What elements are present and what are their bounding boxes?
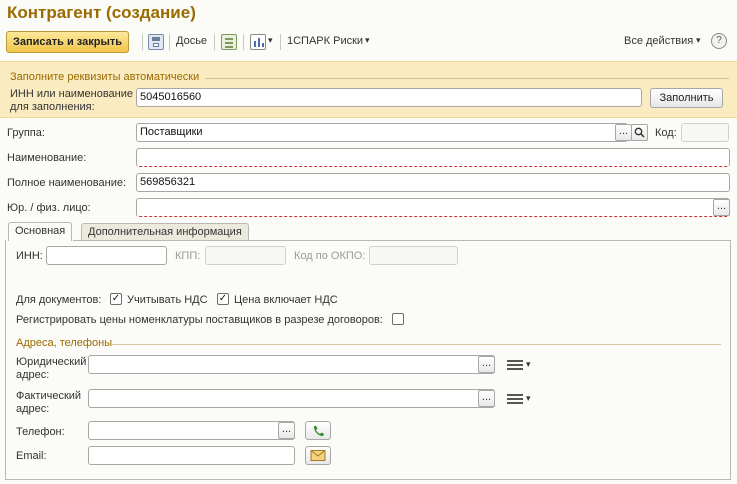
dossier-button[interactable]: Досье <box>176 35 207 47</box>
entity-type-input[interactable] <box>136 198 730 217</box>
spark-risks-menu[interactable]: 1СПАРК Риски <box>287 35 363 47</box>
fill-button[interactable]: Заполнить <box>650 88 723 108</box>
name-label: Наименование: <box>7 152 87 164</box>
phone-input[interactable] <box>88 421 295 440</box>
phone-label: Телефон: <box>16 426 65 438</box>
toolbar-separator <box>243 34 244 50</box>
report-chart-icon[interactable] <box>250 34 266 50</box>
name-input[interactable] <box>136 148 730 167</box>
legal-address-input[interactable] <box>88 355 495 374</box>
envelope-icon <box>310 450 326 461</box>
full-name-input[interactable]: 569856321 <box>136 173 730 192</box>
email-input[interactable] <box>88 446 295 465</box>
legal-address-menu-icon[interactable] <box>507 358 523 372</box>
email-label: Email: <box>16 450 47 462</box>
toolbar-separator <box>142 34 143 50</box>
legal-address-select-button[interactable]: ... <box>478 356 495 373</box>
actual-address-input[interactable] <box>88 389 495 408</box>
autofill-divider <box>205 78 729 79</box>
okpo-input[interactable] <box>369 246 458 265</box>
code-input[interactable] <box>681 123 729 142</box>
send-email-button[interactable] <box>305 446 331 465</box>
phone-icon <box>314 426 324 436</box>
actual-address-label-1: Фактический <box>16 390 82 402</box>
price-incl-vat-label: Цена включает НДС <box>234 294 338 306</box>
report-dropdown-chevron-icon[interactable]: ▾ <box>268 35 273 46</box>
window-title: Контрагент (создание) <box>7 3 196 22</box>
actual-address-menu-icon[interactable] <box>507 392 523 406</box>
toolbar-separator <box>280 34 281 50</box>
save-and-close-button[interactable]: Записать и закрыть <box>6 31 130 53</box>
inn-input[interactable] <box>46 246 167 265</box>
legal-address-label-2: адрес: <box>16 369 50 381</box>
okpo-label: Код по ОКПО: <box>294 250 366 262</box>
entity-type-label: Юр. / физ. лицо: <box>7 202 91 214</box>
document-check-icon[interactable] <box>221 34 237 50</box>
autofill-panel: Заполните реквизиты автоматически ИНН ил… <box>0 61 737 118</box>
autofill-inn-input[interactable]: 5045016560 <box>136 88 642 107</box>
legal-address-label-1: Юридический <box>16 356 87 368</box>
for-documents-label: Для документов: <box>16 294 102 306</box>
autofill-title: Заполните реквизиты автоматически <box>10 71 200 83</box>
tab-strip-line <box>73 240 731 241</box>
addresses-section-title: Адреса, телефоны <box>16 337 113 349</box>
help-icon[interactable]: ? <box>711 33 727 49</box>
all-actions-menu[interactable]: Все действия <box>624 35 693 47</box>
group-label: Группа: <box>7 127 45 139</box>
autofill-inn-label-line2: для заполнения: <box>10 101 95 113</box>
vat-account-checkbox[interactable]: ✓ <box>110 293 122 305</box>
legal-address-menu-chevron-icon[interactable]: ▾ <box>526 359 531 370</box>
actual-address-menu-chevron-icon[interactable]: ▾ <box>526 393 531 404</box>
phone-select-button[interactable]: ... <box>278 422 295 439</box>
actual-address-label-2: адрес: <box>16 403 50 415</box>
counterparty-window: Контрагент (создание) Записать и закрыть… <box>0 0 737 484</box>
price-incl-vat-checkbox[interactable]: ✓ <box>217 293 229 305</box>
entity-type-select-button[interactable]: ... <box>713 199 730 216</box>
vat-account-label: Учитывать НДС <box>127 294 208 306</box>
actual-address-select-button[interactable]: ... <box>478 390 495 407</box>
kpp-label: КПП: <box>175 250 201 262</box>
autofill-inn-label-line1: ИНН или наименование <box>10 88 133 100</box>
kpp-input[interactable] <box>205 246 286 265</box>
call-phone-button[interactable] <box>305 421 331 440</box>
spark-dropdown-chevron-icon[interactable]: ▾ <box>365 35 370 46</box>
group-select-button[interactable]: ... <box>615 124 632 141</box>
register-prices-checkbox[interactable] <box>392 313 404 325</box>
all-actions-chevron-icon[interactable]: ▾ <box>696 35 701 46</box>
inn-label: ИНН: <box>16 250 43 262</box>
tab-main[interactable]: Основная <box>8 222 73 241</box>
tab-additional-info[interactable]: Дополнительная информация <box>81 223 249 241</box>
full-name-label: Полное наименование: <box>7 177 127 189</box>
register-prices-label: Регистрировать цены номенклатуры поставщ… <box>16 314 383 326</box>
code-label: Код: <box>655 127 677 139</box>
group-input[interactable]: Поставщики <box>136 123 628 142</box>
group-search-icon[interactable] <box>631 124 648 141</box>
toolbar-separator <box>214 34 215 50</box>
save-icon[interactable] <box>148 34 164 50</box>
toolbar: Записать и закрыть Досье ▾ 1СПАРК Риски … <box>0 29 737 55</box>
toolbar-separator <box>169 34 170 50</box>
addresses-divider <box>111 344 721 345</box>
